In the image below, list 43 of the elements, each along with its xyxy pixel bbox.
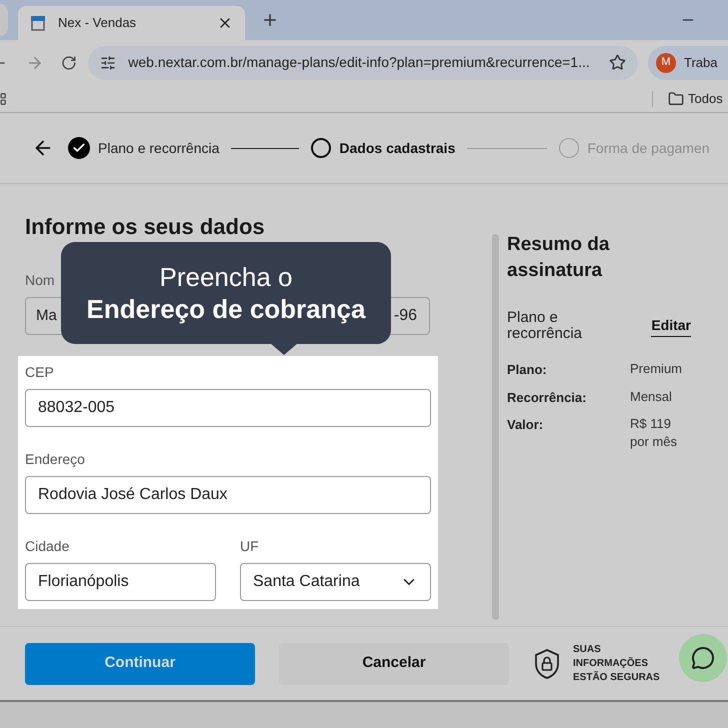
tooltip-pointer-icon — [270, 343, 298, 355]
new-tab-icon[interactable] — [261, 11, 279, 29]
tab-title: Nex - Vendas — [58, 14, 138, 32]
scrollbar[interactable] — [492, 234, 499, 620]
summary-section-title: Plano e recorrência — [507, 310, 584, 342]
field-label: UF — [240, 537, 260, 556]
summary-label: Recorrência: — [507, 388, 588, 406]
input-field[interactable]: Rodovia José Carlos Daux — [25, 476, 431, 514]
section-heading: Informe os seus dados — [25, 213, 266, 241]
chat-bubble-icon — [691, 646, 715, 670]
shield-lock-icon — [533, 648, 561, 680]
browser-tab[interactable]: Nex - Vendas — [18, 6, 245, 40]
security-note: SUAS INFORMAÇÕES ESTÃO SEGURAS — [573, 642, 661, 684]
select-field[interactable]: Santa Catarina — [240, 563, 431, 601]
url-text: web.nextar.com.br/manage-plans/edit-info?plan=premium&recurrence=1... — [128, 53, 591, 72]
avatar-initial: M — [656, 52, 676, 72]
summary-value: Mensal — [630, 388, 673, 406]
step-label: Dados cadastrais — [339, 138, 456, 158]
chat-button[interactable] — [679, 634, 727, 682]
profile-label: Traba — [684, 54, 718, 72]
cancel-button[interactable]: Cancelar — [279, 642, 509, 684]
summary-value: Premium — [630, 360, 684, 378]
step-label: Plano e recorrência — [98, 138, 220, 158]
field-label: CEP — [25, 363, 55, 382]
bookmark-star-icon[interactable] — [609, 54, 626, 71]
summary-label: Plano: — [507, 361, 548, 379]
step-label: Forma de pagamen — [587, 138, 710, 158]
store-icon — [30, 15, 46, 31]
folder-icon — [668, 90, 684, 107]
summary-title: Resumo da assinatura — [507, 233, 610, 283]
edit-link[interactable]: Editar — [651, 315, 691, 337]
summary-value: R$ 119 por mês — [630, 415, 678, 451]
summary-label: Valor: — [507, 416, 544, 434]
reload-icon[interactable] — [60, 54, 76, 70]
field-label: Cidade — [25, 537, 70, 556]
field-label: Endereço — [25, 450, 86, 469]
input-field[interactable]: Florianópolis — [25, 563, 216, 601]
profile-chip[interactable]: M Traba — [648, 46, 728, 80]
address-bar[interactable]: web.nextar.com.br/manage-plans/edit-info?plan=premium&recurrence=1... — [88, 46, 638, 80]
input-field[interactable]: 88032-005 — [25, 389, 431, 427]
field-label: Nom — [25, 271, 55, 290]
site-settings-icon[interactable] — [100, 54, 116, 70]
bookmark-folder[interactable]: Todos — [668, 89, 723, 108]
